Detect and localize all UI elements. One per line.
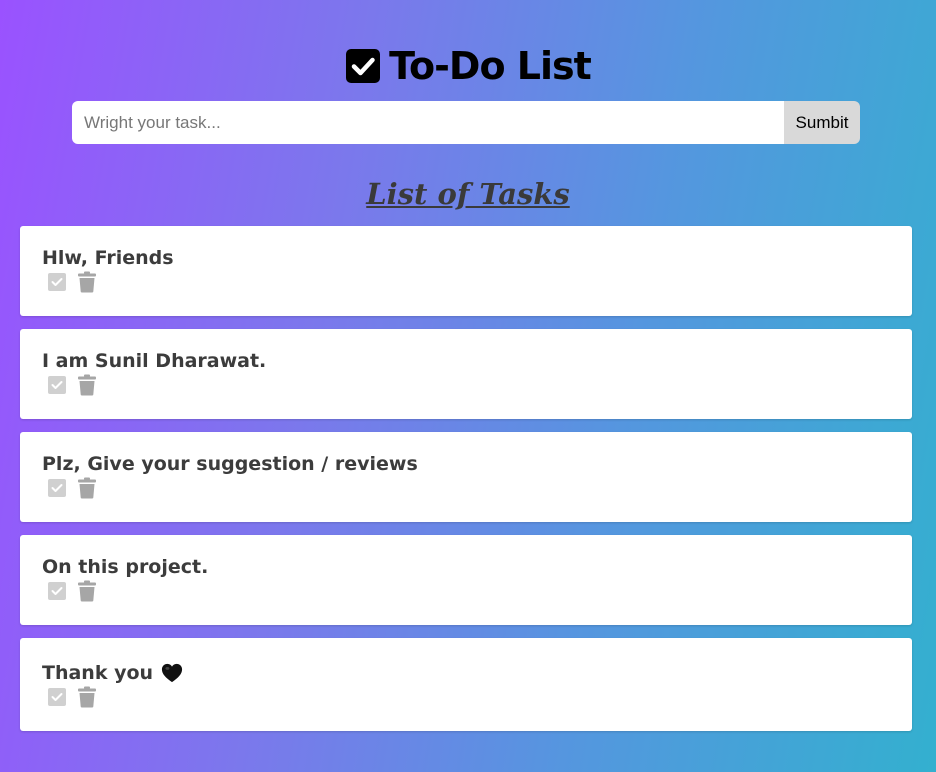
task-text-row: Hlw, Friends (42, 246, 890, 270)
task-text-row: On this project. (42, 555, 890, 579)
task-item: Hlw, Friends (20, 226, 912, 316)
checkbox-icon[interactable] (47, 687, 67, 707)
task-actions (42, 580, 890, 602)
task-list: Hlw, Friends I am Sunil Dharawat. Plz, G… (20, 226, 912, 744)
task-actions (42, 271, 890, 293)
task-actions (42, 477, 890, 499)
task-item: On this project. (20, 535, 912, 625)
trash-icon[interactable] (77, 374, 97, 396)
task-actions (42, 686, 890, 708)
trash-icon[interactable] (77, 686, 97, 708)
task-text-row: Thank you (42, 661, 890, 685)
checkbox-icon[interactable] (47, 478, 67, 498)
task-form: Sumbit (72, 101, 860, 144)
trash-icon[interactable] (77, 580, 97, 602)
task-text-row: Plz, Give your suggestion / reviews (42, 452, 890, 476)
task-text: Thank you (42, 662, 154, 684)
trash-icon[interactable] (77, 477, 97, 499)
app-header: To-Do List (0, 44, 936, 88)
task-item: Plz, Give your suggestion / reviews (20, 432, 912, 522)
task-input[interactable] (72, 101, 784, 144)
checkbox-icon[interactable] (47, 375, 67, 395)
task-item: Thank you (20, 638, 912, 731)
trash-icon[interactable] (77, 271, 97, 293)
black-heart-icon (161, 663, 183, 683)
task-text: Hlw, Friends (42, 247, 174, 269)
check-square-icon (346, 49, 381, 83)
checkbox-icon[interactable] (47, 581, 67, 601)
task-actions (42, 374, 890, 396)
task-item: I am Sunil Dharawat. (20, 329, 912, 419)
task-text-row: I am Sunil Dharawat. (42, 349, 890, 373)
checkbox-icon[interactable] (47, 272, 67, 292)
app-title: To-Do List (389, 44, 592, 88)
task-text: On this project. (42, 556, 209, 578)
task-text: I am Sunil Dharawat. (42, 350, 267, 372)
list-heading: List of Tasks (366, 177, 570, 211)
submit-button[interactable]: Sumbit (784, 101, 860, 144)
task-text: Plz, Give your suggestion / reviews (42, 453, 418, 475)
